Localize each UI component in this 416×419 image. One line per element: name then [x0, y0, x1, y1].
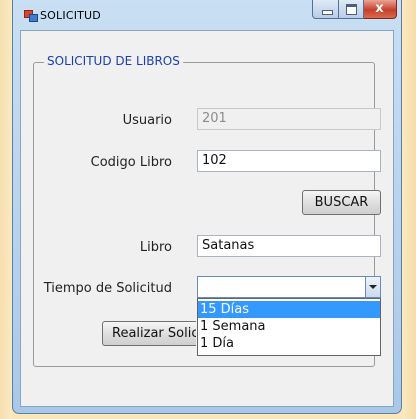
maximize-icon [346, 4, 357, 15]
buscar-button[interactable]: BUSCAR [302, 190, 381, 215]
form-app-icon[interactable] [24, 10, 38, 22]
desktop-background-right [402, 0, 416, 419]
close-icon: x [375, 1, 384, 16]
dropdown-option-1-semana[interactable]: 1 Semana [198, 318, 380, 335]
dropdown-option-15-dias[interactable]: 15 Días [198, 301, 380, 318]
codigo-libro-field[interactable]: 102 [197, 150, 381, 172]
usuario-field[interactable]: 201 [197, 108, 381, 130]
close-button[interactable]: x [364, 0, 397, 19]
codigo-libro-label: Codigo Libro [90, 155, 172, 170]
maximize-button[interactable] [339, 0, 364, 19]
libro-field[interactable]: Satanas [197, 235, 381, 257]
form-client-area: SOLICITUD DE LIBROS Usuario 201 Codigo L… [20, 30, 394, 407]
libro-label: Libro [139, 240, 172, 255]
chevron-down-icon [369, 285, 377, 289]
title-bar[interactable]: SOLICITUD x [13, 0, 401, 30]
desktop-background-left [0, 0, 12, 419]
solicitud-window: SOLICITUD x SOLICITUD DE LIBROS Usuario … [12, 0, 402, 414]
dropdown-option-1-dia[interactable]: 1 Día [198, 335, 380, 352]
tiempo-dropdown-list: 15 Días 1 Semana 1 Día [197, 298, 381, 356]
window-title: SOLICITUD [40, 9, 101, 22]
minimize-button[interactable] [312, 0, 339, 19]
usuario-label: Usuario [122, 113, 172, 128]
minimize-icon [322, 10, 333, 15]
tiempo-solicitud-combobox[interactable] [197, 276, 381, 298]
groupbox-title: SOLICITUD DE LIBROS [44, 54, 183, 68]
realizar-solicitud-button[interactable]: Realizar Solicitud [102, 321, 196, 346]
tiempo-solicitud-label: Tiempo de Solicitud [43, 281, 172, 296]
combobox-dropdown-button[interactable] [365, 277, 380, 297]
